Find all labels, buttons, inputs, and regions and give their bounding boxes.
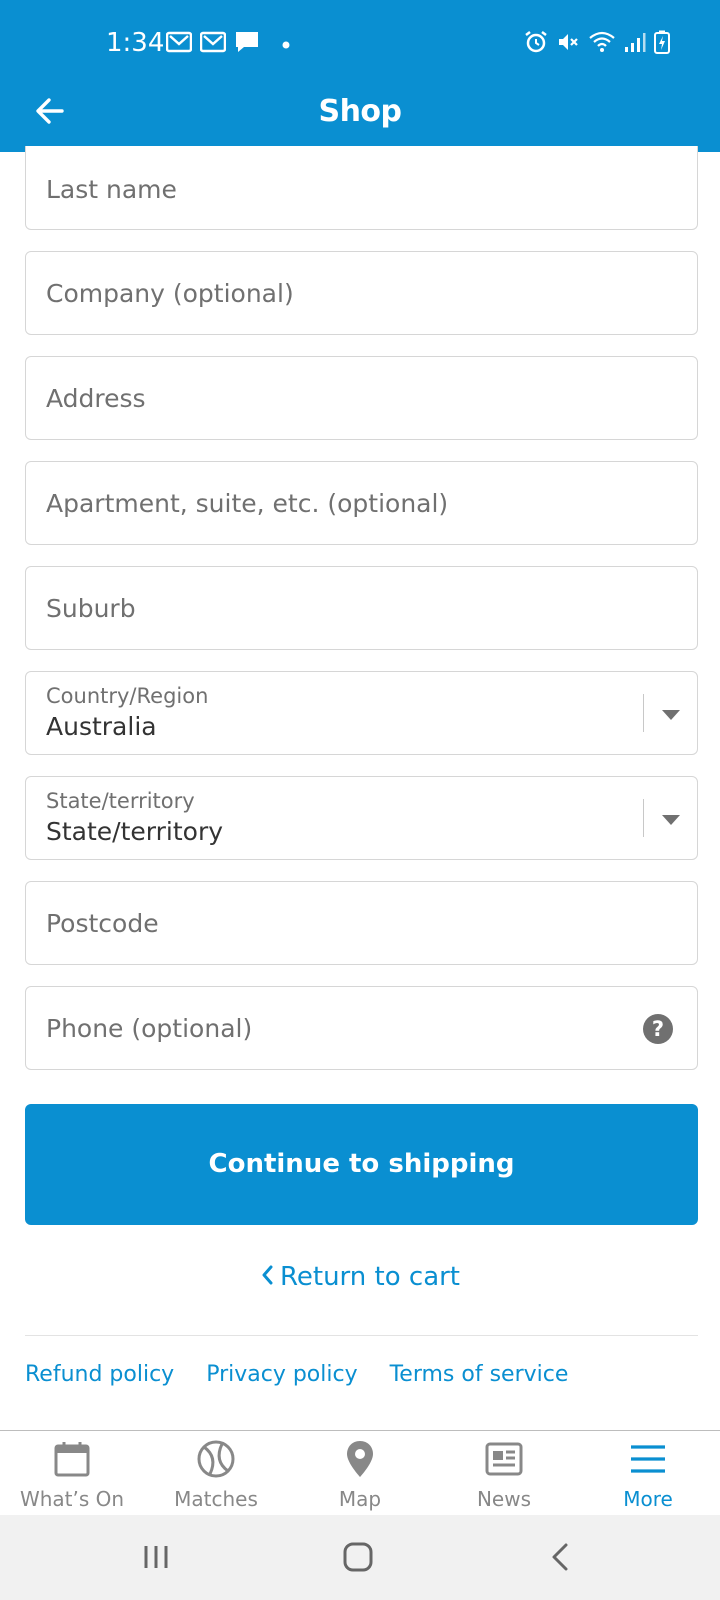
last-name-field[interactable]: Last name	[25, 146, 698, 230]
nav-label: More	[623, 1487, 673, 1511]
chevron-left-icon	[260, 1263, 274, 1293]
status-time: 1:34	[106, 28, 165, 58]
map-pin-icon	[340, 1439, 380, 1479]
suburb-field[interactable]: Suburb	[25, 566, 698, 650]
suburb-placeholder: Suburb	[46, 594, 136, 623]
nav-item-map[interactable]: Map	[288, 1431, 432, 1516]
ball-icon	[196, 1439, 236, 1479]
chevron-left-icon	[550, 1542, 570, 1577]
continue-to-shipping-button[interactable]: Continue to shipping	[25, 1104, 698, 1225]
apartment-placeholder: Apartment, suite, etc. (optional)	[46, 489, 449, 518]
system-back-button[interactable]	[536, 1535, 584, 1583]
nav-item-whats-on[interactable]: What’s On	[0, 1431, 144, 1516]
select-divider	[643, 694, 644, 732]
gmail-icon	[199, 31, 227, 58]
company-field[interactable]: Company (optional)	[25, 251, 698, 335]
bottom-nav: What’s On Matches Map News More	[0, 1430, 720, 1515]
mute-icon	[556, 30, 580, 59]
terms-of-service-link[interactable]: Terms of service	[390, 1362, 569, 1387]
company-placeholder: Company (optional)	[46, 279, 294, 308]
chevron-down-icon	[658, 807, 684, 833]
divider	[25, 1335, 698, 1336]
last-name-placeholder: Last name	[46, 175, 177, 204]
postcode-placeholder: Postcode	[46, 909, 159, 938]
state-select[interactable]: State/territory State/territory	[25, 776, 698, 860]
nav-label: Matches	[174, 1487, 258, 1511]
system-status-icons	[524, 30, 670, 59]
help-icon[interactable]: ?	[643, 1014, 673, 1044]
signal-icon	[624, 31, 646, 58]
state-value: State/territory	[46, 817, 224, 846]
menu-icon	[628, 1439, 668, 1479]
gmail-icon	[165, 31, 193, 58]
nav-label: Map	[338, 1487, 382, 1511]
notification-icons	[165, 30, 290, 59]
wifi-icon	[588, 30, 616, 59]
top-header: 1:34 Shop	[0, 0, 720, 152]
recent-apps-icon	[142, 1544, 170, 1575]
address-placeholder: Address	[46, 384, 146, 413]
home-icon	[343, 1542, 373, 1577]
policy-links: Refund policy Privacy policy Terms of se…	[25, 1362, 568, 1387]
page-title: Shop	[318, 94, 402, 129]
news-icon	[484, 1439, 524, 1479]
country-label: Country/Region	[46, 684, 209, 708]
calendar-icon	[52, 1439, 92, 1479]
nav-label: What’s On	[19, 1487, 125, 1511]
message-icon	[234, 30, 260, 59]
phone-field[interactable]: Phone (optional) ?	[25, 986, 698, 1070]
privacy-policy-link[interactable]: Privacy policy	[206, 1362, 357, 1387]
address-field[interactable]: Address	[25, 356, 698, 440]
nav-item-more[interactable]: More	[576, 1431, 720, 1516]
apartment-field[interactable]: Apartment, suite, etc. (optional)	[25, 461, 698, 545]
system-nav-bar	[0, 1515, 720, 1600]
alarm-icon	[524, 30, 548, 59]
app-bar: Shop	[0, 90, 720, 152]
chevron-down-icon	[658, 702, 684, 728]
nav-item-matches[interactable]: Matches	[144, 1431, 288, 1516]
return-to-cart-link[interactable]: Return to cart	[0, 1262, 720, 1293]
state-label: State/territory	[46, 789, 195, 813]
nav-item-news[interactable]: News	[432, 1431, 576, 1516]
dot-icon	[282, 36, 290, 54]
country-select[interactable]: Country/Region Australia	[25, 671, 698, 755]
select-divider	[643, 799, 644, 837]
postcode-field[interactable]: Postcode	[25, 881, 698, 965]
recent-apps-button[interactable]	[132, 1535, 180, 1583]
phone-placeholder: Phone (optional)	[46, 1014, 253, 1043]
return-to-cart-label: Return to cart	[279, 1262, 461, 1292]
status-bar: 1:34	[0, 0, 720, 90]
home-button[interactable]	[334, 1535, 382, 1583]
country-value: Australia	[46, 712, 157, 741]
refund-policy-link[interactable]: Refund policy	[25, 1362, 174, 1387]
nav-label: News	[476, 1487, 532, 1511]
battery-icon	[654, 30, 670, 59]
